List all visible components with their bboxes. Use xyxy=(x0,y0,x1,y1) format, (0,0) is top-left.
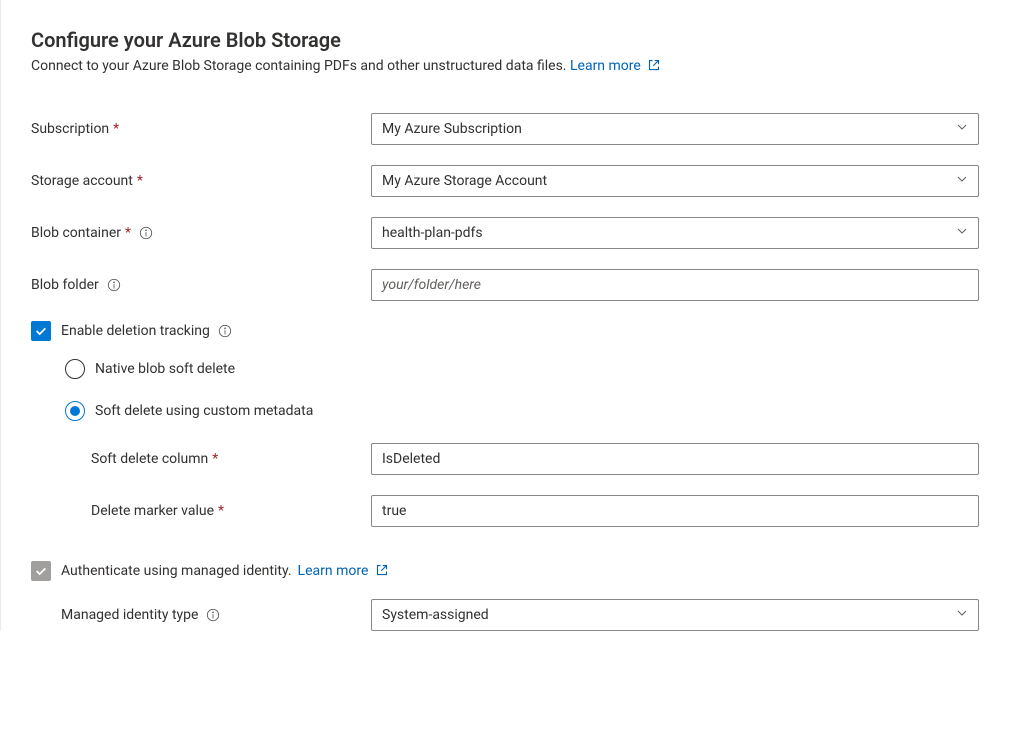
blob-folder-input[interactable]: your/folder/here xyxy=(371,269,979,301)
info-icon[interactable] xyxy=(139,226,153,240)
required-asterisk: * xyxy=(125,225,131,241)
external-link-icon xyxy=(376,564,388,580)
chevron-down-icon xyxy=(956,607,968,623)
delete-marker-value-row: Delete marker value* true xyxy=(31,495,979,527)
info-icon[interactable] xyxy=(206,608,220,622)
subscription-select[interactable]: My Azure Subscription xyxy=(371,113,979,145)
managed-identity-type-select[interactable]: System-assigned xyxy=(371,599,979,631)
subscription-value: My Azure Subscription xyxy=(382,121,522,137)
required-asterisk: * xyxy=(137,173,143,189)
required-asterisk: * xyxy=(113,121,119,137)
enable-deletion-tracking-label: Enable deletion tracking xyxy=(61,323,210,339)
delete-marker-value-input[interactable]: true xyxy=(371,495,979,527)
blob-folder-row: Blob folder your/folder/here xyxy=(31,269,979,301)
chevron-down-icon xyxy=(956,173,968,189)
storage-account-label: Storage account* xyxy=(31,173,371,189)
storage-account-value: My Azure Storage Account xyxy=(382,173,547,189)
subscription-row: Subscription* My Azure Subscription xyxy=(31,113,979,145)
blob-container-label: Blob container* xyxy=(31,225,371,241)
authenticate-managed-identity-checkbox[interactable] xyxy=(31,561,51,581)
page-subtitle: Connect to your Azure Blob Storage conta… xyxy=(31,58,979,75)
required-asterisk: * xyxy=(212,451,218,467)
blob-container-value: health-plan-pdfs xyxy=(382,225,483,241)
managed-identity-type-row: Managed identity type System-assigned xyxy=(31,599,979,631)
managed-identity-type-label: Managed identity type xyxy=(31,607,371,623)
subtitle-text: Connect to your Azure Blob Storage conta… xyxy=(31,58,567,74)
custom-metadata-soft-delete-radio[interactable] xyxy=(65,401,85,421)
info-icon[interactable] xyxy=(107,278,121,292)
auth-learn-more-link[interactable]: Learn more xyxy=(298,563,388,579)
external-link-icon xyxy=(648,59,660,75)
blob-container-select[interactable]: health-plan-pdfs xyxy=(371,217,979,249)
authenticate-managed-identity-row: Authenticate using managed identity. Lea… xyxy=(31,561,979,581)
storage-account-row: Storage account* My Azure Storage Accoun… xyxy=(31,165,979,197)
custom-metadata-soft-delete-label: Soft delete using custom metadata xyxy=(95,403,313,419)
auth-learn-more-label: Learn more xyxy=(298,563,369,579)
subscription-label: Subscription* xyxy=(31,121,371,137)
storage-account-select[interactable]: My Azure Storage Account xyxy=(371,165,979,197)
native-soft-delete-row: Native blob soft delete xyxy=(31,359,979,379)
learn-more-link[interactable]: Learn more xyxy=(570,58,660,74)
custom-metadata-soft-delete-row: Soft delete using custom metadata xyxy=(31,401,979,421)
blob-container-row: Blob container* health-plan-pdfs xyxy=(31,217,979,249)
delete-marker-value-label: Delete marker value* xyxy=(31,503,371,519)
native-soft-delete-label: Native blob soft delete xyxy=(95,361,235,377)
soft-delete-column-input[interactable]: IsDeleted xyxy=(371,443,979,475)
required-asterisk: * xyxy=(218,503,224,519)
blob-folder-label: Blob folder xyxy=(31,277,371,293)
chevron-down-icon xyxy=(956,121,968,137)
chevron-down-icon xyxy=(956,225,968,241)
soft-delete-column-row: Soft delete column* IsDeleted xyxy=(31,443,979,475)
managed-identity-type-value: System-assigned xyxy=(382,607,489,623)
enable-deletion-tracking-checkbox[interactable] xyxy=(31,321,51,341)
native-soft-delete-radio[interactable] xyxy=(65,359,85,379)
learn-more-label: Learn more xyxy=(570,58,641,74)
page-title: Configure your Azure Blob Storage xyxy=(31,28,979,52)
enable-deletion-tracking-row: Enable deletion tracking xyxy=(31,321,979,341)
info-icon[interactable] xyxy=(218,324,232,338)
configure-blob-storage-panel: Configure your Azure Blob Storage Connec… xyxy=(0,0,1009,631)
soft-delete-column-label: Soft delete column* xyxy=(31,451,371,467)
authenticate-managed-identity-label: Authenticate using managed identity. xyxy=(61,563,292,579)
